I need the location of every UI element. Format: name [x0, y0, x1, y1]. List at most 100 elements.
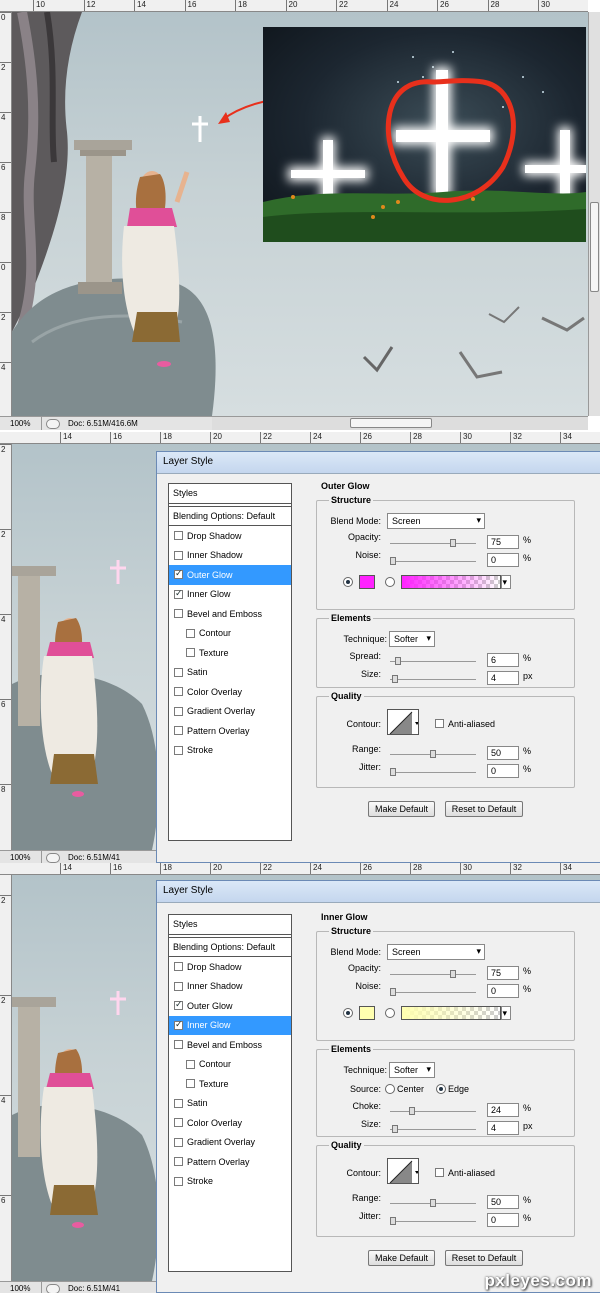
style-item-inner-shadow[interactable]: Inner Shadow [169, 977, 291, 997]
spread-slider-thumb[interactable] [394, 657, 401, 665]
style-item-drop-shadow[interactable]: Drop Shadow [169, 957, 291, 977]
noise-input[interactable]: 0 [487, 553, 519, 567]
gradient-dropdown[interactable] [501, 1006, 511, 1020]
jitter-input[interactable]: 0 [487, 1213, 519, 1227]
source-edge-radio[interactable] [436, 1084, 447, 1094]
style-checkbox[interactable] [174, 999, 183, 1011]
style-checkbox[interactable] [174, 1157, 183, 1167]
opacity-slider[interactable] [390, 539, 476, 547]
horizontal-scroll-thumb[interactable] [350, 418, 432, 428]
make-default-button[interactable]: Make Default [368, 801, 435, 817]
style-item-inner-glow[interactable]: Inner Glow [169, 585, 291, 605]
jitter-slider[interactable] [390, 1217, 476, 1225]
jitter-slider[interactable] [390, 768, 476, 776]
glow-color-swatch[interactable] [359, 575, 375, 589]
range-slider-thumb[interactable] [430, 750, 436, 758]
zoom-level[interactable]: 100% [0, 851, 42, 863]
glow-gradient-picker[interactable] [401, 1006, 501, 1020]
color-radio[interactable] [343, 1008, 353, 1018]
style-checkbox[interactable] [174, 726, 183, 736]
style-item-satin[interactable]: Satin [169, 1094, 291, 1114]
style-checkbox[interactable] [174, 706, 183, 716]
style-checkbox[interactable] [174, 962, 183, 972]
dialog-title[interactable]: Layer Style [157, 452, 600, 474]
zoom-level[interactable]: 100% [0, 1282, 42, 1293]
noise-slider[interactable] [390, 988, 476, 996]
contour-preview-icon[interactable] [387, 1158, 419, 1184]
navigator-icon[interactable] [46, 1283, 60, 1293]
range-input[interactable]: 50 [487, 746, 519, 760]
layer-style-dialog[interactable]: Layer Style Styles Blending Options: Def… [156, 451, 600, 863]
size-slider[interactable] [390, 1125, 476, 1133]
size-slider[interactable] [390, 675, 476, 683]
gradient-radio[interactable] [385, 577, 395, 587]
jitter-slider-thumb[interactable] [390, 1217, 396, 1225]
blend-mode-select[interactable]: Screen [387, 944, 485, 960]
styles-header[interactable]: Styles [169, 915, 291, 935]
gradient-dropdown[interactable] [501, 575, 511, 589]
style-item-inner-shadow[interactable]: Inner Shadow [169, 546, 291, 566]
style-item-stroke[interactable]: Stroke [169, 1172, 291, 1192]
style-item-pattern-overlay[interactable]: Pattern Overlay [169, 1152, 291, 1172]
contour-preview-icon[interactable] [387, 709, 419, 735]
style-checkbox[interactable] [174, 531, 183, 541]
reset-to-default-button[interactable]: Reset to Default [445, 801, 523, 817]
style-checkbox[interactable] [174, 745, 183, 755]
range-input[interactable]: 50 [487, 1195, 519, 1209]
gradient-radio[interactable] [385, 1008, 395, 1018]
opacity-slider-thumb[interactable] [450, 539, 456, 547]
style-checkbox[interactable] [174, 588, 183, 599]
spread-slider[interactable] [390, 657, 476, 665]
opacity-slider-thumb[interactable] [450, 970, 456, 978]
make-default-button[interactable]: Make Default [368, 1250, 435, 1266]
color-radio[interactable] [343, 577, 353, 587]
anti-aliased-checkbox[interactable] [435, 1168, 444, 1177]
document-canvas[interactable] [12, 12, 588, 416]
noise-slider-thumb[interactable] [390, 557, 396, 565]
choke-slider-thumb[interactable] [409, 1107, 416, 1115]
style-item-satin[interactable]: Satin [169, 663, 291, 683]
range-slider[interactable] [390, 750, 476, 758]
style-checkbox[interactable] [186, 628, 195, 638]
noise-slider[interactable] [390, 557, 476, 565]
style-checkbox[interactable] [174, 1137, 183, 1147]
technique-select[interactable]: Softer [389, 1062, 435, 1078]
spread-input[interactable]: 6 [487, 653, 519, 667]
style-checkbox[interactable] [174, 687, 183, 697]
horizontal-scrollbar[interactable] [212, 416, 588, 430]
style-item-stroke[interactable]: Stroke [169, 741, 291, 761]
style-checkbox[interactable] [174, 1176, 183, 1186]
style-checkbox[interactable] [174, 1019, 183, 1030]
vertical-scroll-thumb[interactable] [590, 202, 599, 292]
style-item-texture[interactable]: Texture [169, 643, 291, 663]
style-item-bevel-and-emboss[interactable]: Bevel and Emboss [169, 1035, 291, 1055]
document-size[interactable]: Doc: 6.51M/41 [68, 1284, 120, 1293]
style-checkbox[interactable] [174, 981, 183, 991]
style-checkbox[interactable] [174, 550, 183, 560]
style-item-outer-glow[interactable]: Outer Glow [169, 996, 291, 1016]
navigator-icon[interactable] [46, 852, 60, 863]
technique-select[interactable]: Softer [389, 631, 435, 647]
style-item-color-overlay[interactable]: Color Overlay [169, 682, 291, 702]
range-slider-thumb[interactable] [430, 1199, 436, 1207]
glow-color-swatch[interactable] [359, 1006, 375, 1020]
layer-style-dialog[interactable]: Layer Style Styles Blending Options: Def… [156, 880, 600, 1293]
document-size[interactable]: Doc: 6.51M/416.6M [68, 419, 138, 428]
vertical-scrollbar[interactable] [588, 12, 600, 416]
style-checkbox[interactable] [186, 1059, 195, 1069]
style-checkbox[interactable] [174, 667, 183, 677]
style-item-color-overlay[interactable]: Color Overlay [169, 1113, 291, 1133]
anti-aliased-checkbox[interactable] [435, 719, 444, 728]
navigator-icon[interactable] [46, 418, 60, 429]
jitter-slider-thumb[interactable] [390, 768, 396, 776]
noise-slider-thumb[interactable] [390, 988, 396, 996]
blend-mode-select[interactable]: Screen [387, 513, 485, 529]
blending-options[interactable]: Blending Options: Default [169, 506, 291, 526]
style-checkbox[interactable] [174, 609, 183, 619]
size-slider-thumb[interactable] [391, 1125, 398, 1133]
style-item-inner-glow[interactable]: Inner Glow [169, 1015, 291, 1035]
style-item-texture[interactable]: Texture [169, 1074, 291, 1094]
style-item-contour[interactable]: Contour [169, 1055, 291, 1075]
style-checkbox[interactable] [186, 1079, 195, 1089]
style-item-outer-glow[interactable]: Outer Glow [169, 565, 291, 585]
